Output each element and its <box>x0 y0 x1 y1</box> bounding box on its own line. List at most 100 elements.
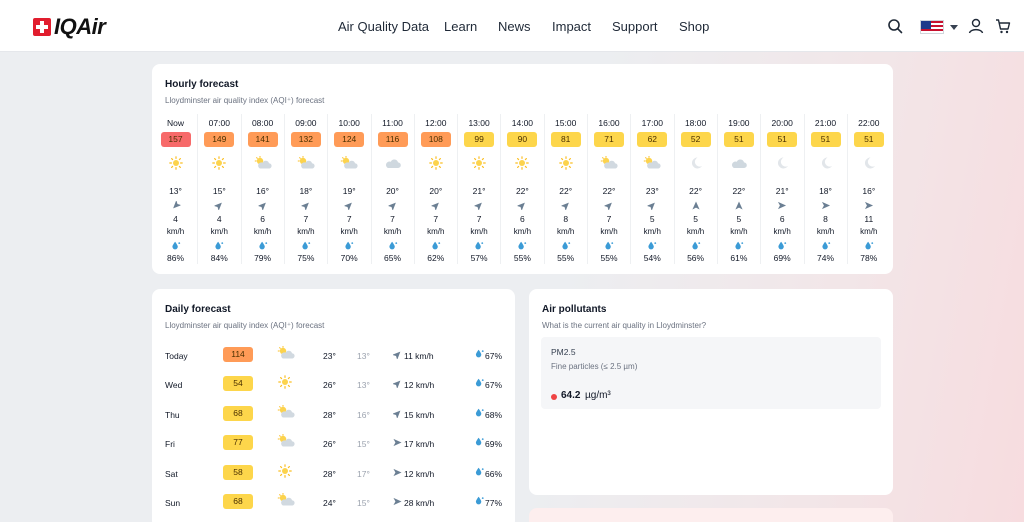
hourly-column: 18:00 52 22° 5 km/h 56% <box>673 114 717 264</box>
humidity-icon <box>691 241 700 252</box>
nav-shop[interactable]: Shop <box>679 19 709 34</box>
wind-speed: 7 <box>346 214 352 224</box>
hourly-subtitle: Lloydminster air quality index (AQI⁺) fo… <box>165 96 325 105</box>
pollutant-value: 64.2 <box>561 390 581 401</box>
humidity-icon <box>431 241 440 252</box>
pollutant-name: PM2.5 <box>551 347 576 357</box>
hour-time: Now <box>166 118 184 128</box>
hour-temperature: 20° <box>386 186 399 196</box>
aqi-badge: 77 <box>223 435 253 451</box>
chevron-down-icon[interactable] <box>950 25 958 30</box>
wind-direction-icon <box>430 201 440 212</box>
partly-sun-icon <box>643 155 661 172</box>
search-icon[interactable] <box>887 18 903 34</box>
hour-time: 20:00 <box>771 118 793 128</box>
aqi-badge: 54 <box>223 376 253 392</box>
hourly-column: 12:00 108 20° 7 km/h 62% <box>413 114 457 264</box>
hour-temperature: 22° <box>602 186 616 196</box>
air-pollutants-card: Air pollutants What is the current air q… <box>529 289 893 495</box>
daily-row[interactable]: Thu 68 28° 16° 15 km/h 68% <box>165 404 505 424</box>
daily-row[interactable]: Fri 77 26° 15° 17 km/h 69% <box>165 434 505 453</box>
nav-support[interactable]: Support <box>612 19 658 34</box>
day-name: Wed <box>165 380 183 391</box>
cart-icon[interactable] <box>995 18 1011 34</box>
hourly-column: 11:00 116 20° 7 km/h 65% <box>370 114 414 264</box>
humidity-value: 86% <box>166 253 184 263</box>
wind-direction-icon <box>821 201 830 212</box>
low-temperature: 15° <box>357 439 370 450</box>
aqi-badge: 51 <box>723 132 754 147</box>
wind-unit: km/h <box>773 227 791 236</box>
wind-speed: 5 <box>649 214 655 224</box>
hourly-column: 17:00 62 23° 5 km/h 54% <box>630 114 673 264</box>
humidity-value: 68% <box>485 409 503 420</box>
daily-row[interactable]: Wed 54 26° 13° 12 km/h 67% <box>165 375 505 394</box>
moon-icon <box>688 156 704 172</box>
pm25-item[interactable]: PM2.5 Fine particles (≤ 2.5 µm) 64.2 µg/… <box>541 337 881 409</box>
hourly-column: 16:00 71 22° 7 km/h 55% <box>587 114 630 264</box>
low-temperature: 15° <box>357 498 370 508</box>
hour-time: 17:00 <box>641 118 663 128</box>
hourly-title: Hourly forecast <box>165 79 239 90</box>
partly-sun-icon <box>297 155 315 172</box>
wind-speed: 7 <box>390 214 395 224</box>
high-temperature: 23° <box>323 351 336 361</box>
humidity-icon <box>301 241 311 252</box>
daily-row[interactable]: Sat 58 28° 17° 12 km/h 66% <box>165 463 505 483</box>
pollutant-description: Fine particles (≤ 2.5 µm) <box>551 362 638 371</box>
humidity-icon <box>388 241 397 252</box>
wind-speed: 8 <box>823 214 828 224</box>
wind-unit: km/h <box>816 227 835 236</box>
pollutant-status-dot <box>551 394 557 400</box>
wind-direction-icon <box>516 201 527 212</box>
wind-unit: km/h <box>427 227 445 236</box>
next-card <box>529 508 893 522</box>
daily-row[interactable]: Today 114 23° 13° 11 km/h 67% <box>165 346 505 365</box>
iqair-logo[interactable]: IQAir <box>33 14 106 40</box>
humidity-value: 55% <box>513 253 531 263</box>
us-flag-icon[interactable] <box>920 20 944 34</box>
wind-direction-icon <box>646 201 657 212</box>
pollutants-title: Air pollutants <box>542 304 607 315</box>
aqi-badge: 124 <box>334 132 365 147</box>
nav-news[interactable]: News <box>498 19 531 34</box>
hour-temperature: 18° <box>819 186 832 196</box>
humidity-icon <box>215 241 224 252</box>
sun-icon <box>558 156 574 172</box>
nav-air-quality-data[interactable]: Air Quality Data <box>338 19 429 34</box>
hourly-column: 07:00 149 15° 4 km/h 84% <box>197 114 240 264</box>
aqi-badge: 114 <box>223 347 253 362</box>
wind-speed: 6 <box>260 214 265 224</box>
moon-icon <box>774 156 790 172</box>
wind-unit: km/h <box>470 227 488 236</box>
hour-time: 10:00 <box>338 118 360 128</box>
sun-icon <box>428 156 444 172</box>
wind-unit: km/h <box>166 227 185 236</box>
aqi-badge: 141 <box>247 132 278 147</box>
humidity-value: 55% <box>600 253 618 263</box>
wind-unit: km/h <box>730 227 748 236</box>
daily-row[interactable]: Sun 68 24° 15° 28 km/h 77% <box>165 493 505 512</box>
user-icon[interactable] <box>968 18 984 34</box>
wind-unit: km/h <box>340 227 358 236</box>
hourly-column: 14:00 90 22° 6 km/h 55% <box>500 114 543 264</box>
wind-speed: 5 <box>736 214 742 224</box>
wind-direction-icon <box>603 201 614 212</box>
wind-unit: km/h <box>860 227 878 236</box>
daily-forecast-card: Daily forecast Lloydminster air quality … <box>152 289 515 522</box>
wind-speed: 7 <box>303 214 309 224</box>
hour-temperature: 16° <box>256 186 270 196</box>
partly-sun-icon <box>340 155 358 172</box>
nav-impact[interactable]: Impact <box>552 19 591 34</box>
humidity-icon <box>605 241 614 252</box>
hour-temperature: 13° <box>169 186 182 196</box>
hour-time: 21:00 <box>814 118 837 128</box>
nav-learn[interactable]: Learn <box>444 19 477 34</box>
partly-sun-icon <box>254 155 272 172</box>
wind-unit: km/h <box>686 227 705 236</box>
wind-unit: km/h <box>210 227 228 236</box>
hour-temperature: 19° <box>342 186 356 196</box>
hour-time: 13:00 <box>468 118 490 128</box>
hourly-column: 09:00 132 18° 7 km/h 75% <box>283 114 327 264</box>
hourly-column: 21:00 51 18° 8 km/h 74% <box>803 114 847 264</box>
